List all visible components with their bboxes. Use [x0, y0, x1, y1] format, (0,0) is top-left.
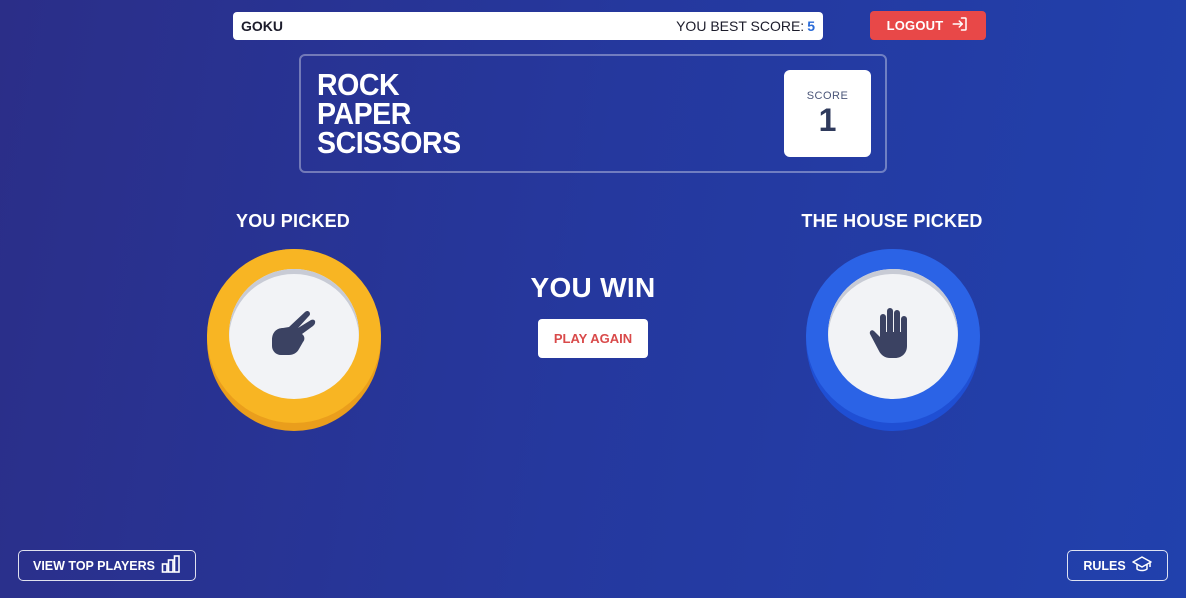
user-bar: GOKU YOU BEST SCORE: 5	[233, 12, 823, 40]
view-top-players-label: VIEW TOP PLAYERS	[32, 558, 156, 573]
view-top-players-button[interactable]: VIEW TOP PLAYERS	[18, 550, 196, 581]
username: GOKU	[241, 18, 283, 34]
play-again-button[interactable]: PLAY AGAIN	[538, 319, 648, 358]
logout-button[interactable]: LOGOUT	[870, 11, 986, 40]
result-text: YOU WIN	[530, 272, 656, 303]
logout-icon	[951, 15, 969, 36]
game-title: ROCK PAPER SCISSORS	[317, 67, 461, 160]
score-box: SCORE 1	[784, 70, 871, 157]
house-picked-label: THE HOUSE PICKED	[801, 211, 983, 231]
score-value: 1	[818, 101, 837, 138]
title-line-scissors: SCISSORS	[317, 125, 461, 160]
you-picked-label: YOU PICKED	[235, 211, 351, 231]
logout-label: LOGOUT	[886, 18, 944, 33]
best-score-label: YOU BEST SCORE:	[676, 18, 805, 34]
bar-chart-icon	[161, 555, 181, 576]
scissors-hand-icon	[267, 305, 321, 364]
score-label: SCORE	[806, 89, 849, 102]
house-choice-paper	[806, 249, 980, 431]
title-line-paper: PAPER	[317, 96, 411, 131]
player-choice-scissors	[207, 249, 381, 431]
coin-inner	[828, 269, 958, 399]
graduation-cap-icon	[1131, 555, 1152, 576]
rules-button[interactable]: RULES	[1067, 550, 1168, 581]
paper-hand-icon	[868, 304, 918, 365]
best-score-value: 5	[807, 18, 815, 34]
coin-inner	[229, 269, 359, 399]
title-line-rock: ROCK	[317, 67, 400, 102]
best-score: YOU BEST SCORE: 5	[676, 18, 815, 34]
rules-label: RULES	[1083, 558, 1126, 573]
